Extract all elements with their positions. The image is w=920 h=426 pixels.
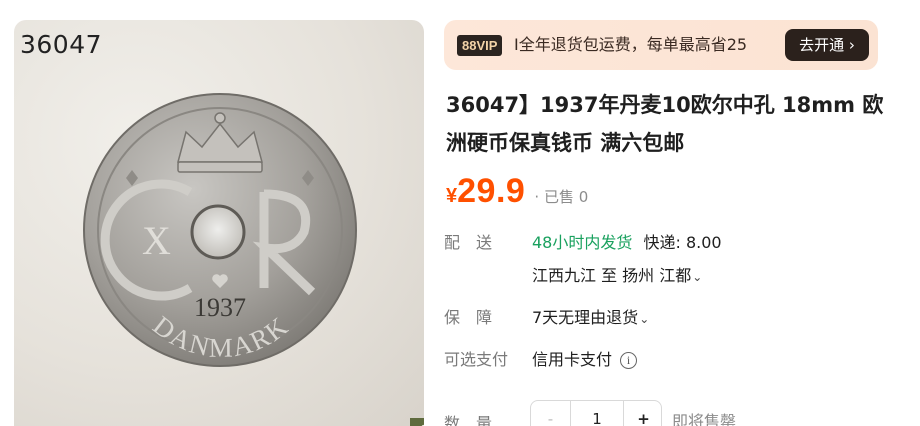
quantity-input[interactable]: 1 — [571, 401, 623, 426]
guarantee-value: 7天无理由退货 — [532, 308, 639, 327]
quantity-label: 数 量 — [444, 414, 493, 426]
guarantee-selector[interactable]: 7天无理由退货⌄ — [532, 304, 649, 328]
chevron-right-icon: › — [848, 36, 855, 54]
stock-status: 即将售罄 — [672, 412, 737, 426]
quantity-stepper: - 1 + — [530, 400, 662, 426]
coin-year: 1937 — [194, 293, 246, 322]
shipping-route-selector[interactable]: 江西九江 至 扬州 江都⌄ — [532, 262, 702, 286]
vip-activate-button[interactable]: 去开通 › — [785, 29, 869, 61]
coin-illustration: X 1937 DANMARK — [83, 93, 357, 367]
payment-info: 信用卡支付 i — [532, 346, 638, 370]
quantity-decrease-button[interactable]: - — [531, 401, 571, 426]
product-image[interactable]: 36047 X 1937 DANMARK — [14, 20, 424, 426]
sold-count: · 已售 0 — [534, 188, 589, 206]
chevron-down-icon: ⌄ — [692, 270, 703, 284]
info-icon[interactable]: i — [620, 352, 638, 369]
shipping-info: 48小时内发货 快递: 8.00 — [532, 229, 722, 253]
price-row: ¥29.9 · 已售 0 — [446, 172, 588, 212]
vip-activate-label: 去开通 — [799, 36, 845, 54]
shipping-speed: 48小时内发货 — [532, 233, 633, 252]
quantity-increase-button[interactable]: + — [623, 401, 661, 426]
vip-promo-text: I全年退货包运费，每单最高省25 — [514, 35, 748, 54]
shipping-label: 配 送 — [444, 233, 493, 252]
coin-monogram-x: X — [142, 218, 171, 263]
payment-label: 可选支付 — [444, 350, 509, 369]
product-title: 36047】1937年丹麦10欧尔中孔 18mm 欧洲硬币保真钱币 满六包邮 — [446, 93, 884, 155]
guarantee-label: 保 障 — [444, 308, 493, 327]
flower-icon[interactable]: ❀ — [410, 418, 424, 426]
shipping-fee: 快递: 8.00 — [643, 233, 722, 252]
image-id-label: 36047 — [20, 30, 103, 59]
shipping-route: 江西九江 至 扬州 江都 — [532, 266, 692, 285]
price-currency: ¥ — [446, 185, 458, 207]
price-value: 29.9 — [457, 172, 526, 210]
payment-value: 信用卡支付 — [532, 350, 613, 369]
vip-banner: 88VIP I全年退货包运费，每单最高省25 去开通 › — [444, 20, 878, 70]
chevron-down-icon: ⌄ — [639, 312, 650, 326]
vip-badge: 88VIP — [457, 35, 503, 56]
coin-hole — [190, 204, 246, 260]
